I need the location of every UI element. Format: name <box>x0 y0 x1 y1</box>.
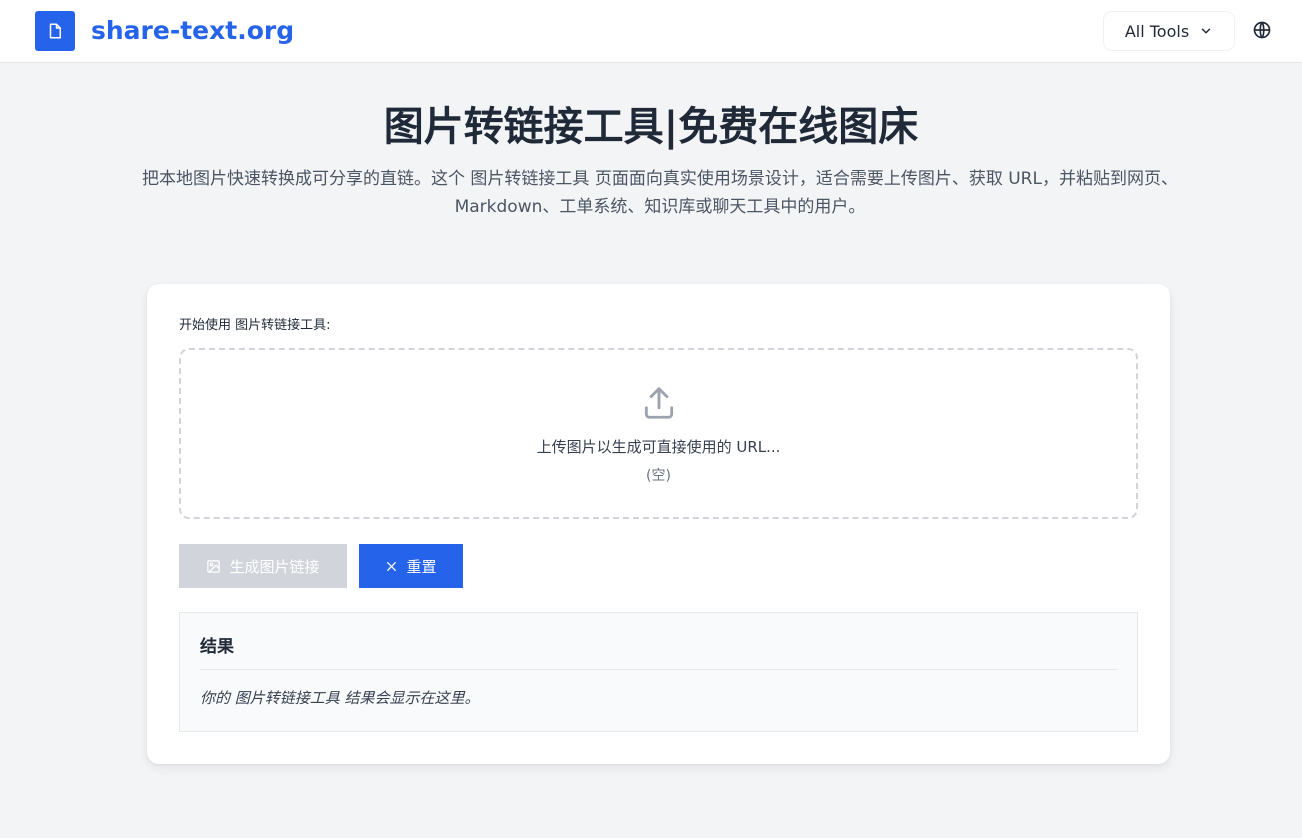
page-title: 图片转链接工具|免费在线图床 <box>383 104 919 150</box>
image-dropzone[interactable]: 上传图片以生成可直接使用的 URL... (空) <box>179 348 1138 519</box>
reset-button[interactable]: 重置 <box>359 544 463 588</box>
all-tools-dropdown[interactable]: All Tools <box>1104 12 1234 50</box>
reset-label: 重置 <box>406 557 437 576</box>
image-icon <box>207 559 221 573</box>
result-panel: 结果 你的 图片转链接工具 结果会显示在这里。 <box>179 612 1138 732</box>
chevron-down-icon <box>1201 28 1211 34</box>
language-button[interactable] <box>1242 10 1282 50</box>
globe-icon <box>1253 21 1271 39</box>
close-icon <box>387 561 397 571</box>
tool-card: 开始使用 图片转链接工具: 上传图片以生成可直接使用的 URL... (空) 生… <box>147 284 1170 764</box>
generate-link-button[interactable]: 生成图片链接 <box>179 544 347 588</box>
page-subtitle: 把本地图片快速转换成可分享的直链。这个 图片转链接工具 页面面向真实使用场景设计… <box>142 169 1178 217</box>
site-logo[interactable] <box>35 11 75 51</box>
upload-icon <box>644 387 674 419</box>
result-divider <box>200 669 1117 670</box>
site-header: share-text.org All Tools <box>0 0 1302 63</box>
dropzone-text: 上传图片以生成可直接使用的 URL... <box>536 438 781 456</box>
generate-link-label: 生成图片链接 <box>229 557 320 576</box>
document-icon <box>49 23 61 39</box>
dropzone-empty-state: (空) <box>646 468 671 484</box>
site-name[interactable]: share-text.org <box>91 14 294 48</box>
tool-start-label: 开始使用 图片转链接工具: <box>179 318 331 333</box>
result-placeholder: 你的 图片转链接工具 结果会显示在这里。 <box>200 689 480 707</box>
all-tools-label: All Tools <box>1124 21 1190 41</box>
result-title: 结果 <box>200 637 234 657</box>
